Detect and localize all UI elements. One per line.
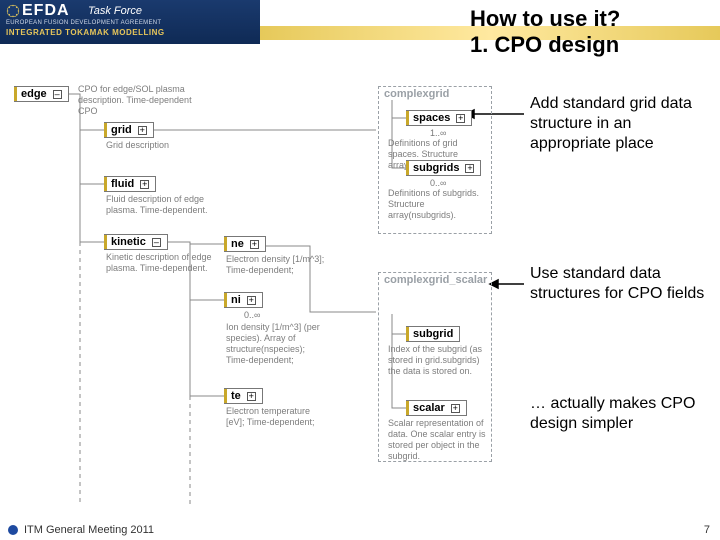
expand-icon: –	[53, 90, 62, 99]
expand-icon: +	[247, 392, 256, 401]
annotation-1: Add standard grid data structure in an a…	[530, 94, 700, 154]
node-subgrid: subgrid	[406, 326, 460, 342]
node-scalar: scalar +	[406, 400, 467, 416]
taskforce-text: Task Force	[88, 5, 142, 17]
node-subgrid-label: subgrid	[413, 328, 453, 340]
footer: ITM General Meeting 2011	[8, 524, 154, 536]
desc-ne: Electron density [1/m^3]; Time-dependent…	[226, 254, 326, 276]
node-grid: grid +	[104, 122, 154, 138]
annotation-2: Use standard data structures for CPO fie…	[530, 264, 710, 304]
header-brand: EFDA Task Force EUROPEAN FUSION DEVELOPM…	[0, 0, 260, 44]
desc-scalar: Scalar representation of data. One scala…	[388, 418, 488, 462]
node-spaces-label: spaces	[413, 112, 450, 124]
node-subgrids-label: subgrids	[413, 162, 459, 174]
desc-subgrid: Index of the subgrid (as stored in grid.…	[388, 344, 488, 377]
efda-star-icon	[6, 4, 20, 18]
group1-title: complexgrid	[384, 88, 449, 100]
node-ne-label: ne	[231, 238, 244, 250]
group2-title: complexgrid_scalar	[384, 274, 487, 286]
agreement-text: EUROPEAN FUSION DEVELOPMENT AGREEMENT	[6, 20, 161, 26]
node-edge-label: edge	[21, 88, 47, 100]
desc-grid: Grid description	[106, 140, 206, 151]
node-kinetic-label: kinetic	[111, 236, 146, 248]
node-spaces: spaces +	[406, 110, 472, 126]
expand-icon: +	[465, 164, 474, 173]
card-ni: 0..∞	[244, 310, 260, 320]
node-te-label: te	[231, 390, 241, 402]
node-fluid-label: fluid	[111, 178, 134, 190]
card-subgrids: 0..∞	[430, 178, 446, 188]
node-ni: ni +	[224, 292, 263, 308]
bullet-icon	[8, 525, 18, 535]
node-edge: edge –	[14, 86, 69, 102]
node-te: te +	[224, 388, 263, 404]
diagram-area: edge – CPO for edge/SOL plasma descripti…	[0, 64, 720, 510]
efda-logo-text: EFDA	[22, 2, 70, 20]
slide-title-line1: How to use it?	[470, 6, 620, 32]
itm-text: INTEGRATED TOKAMAK MODELLING	[6, 28, 165, 37]
node-subgrids: subgrids +	[406, 160, 481, 176]
page-number: 7	[704, 524, 710, 536]
desc-edge: CPO for edge/SOL plasma description. Tim…	[78, 84, 208, 117]
card-spaces: 1..∞	[430, 128, 446, 138]
expand-icon: +	[140, 180, 149, 189]
desc-fluid: Fluid description of edge plasma. Time-d…	[106, 194, 236, 216]
desc-subgrids: Definitions of subgrids. Structure array…	[388, 188, 488, 221]
node-ni-label: ni	[231, 294, 241, 306]
expand-icon: +	[250, 240, 259, 249]
desc-kinetic: Kinetic description of edge plasma. Time…	[106, 252, 236, 274]
desc-ni: Ion density [1/m^3] (per species). Array…	[226, 322, 326, 366]
expand-icon: +	[247, 296, 256, 305]
expand-icon: –	[152, 238, 161, 247]
node-ne: ne +	[224, 236, 266, 252]
expand-icon: +	[138, 126, 147, 135]
expand-icon: +	[451, 404, 460, 413]
desc-te: Electron temperature [eV]; Time-dependen…	[226, 406, 326, 428]
footer-text: ITM General Meeting 2011	[24, 524, 154, 536]
node-scalar-label: scalar	[413, 402, 445, 414]
node-fluid: fluid +	[104, 176, 156, 192]
slide-title-line2: 1. CPO design	[470, 32, 619, 58]
annotation-3: … actually makes CPO design simpler	[530, 394, 710, 434]
node-kinetic: kinetic–	[104, 234, 168, 250]
expand-icon: +	[456, 114, 465, 123]
node-grid-label: grid	[111, 124, 132, 136]
